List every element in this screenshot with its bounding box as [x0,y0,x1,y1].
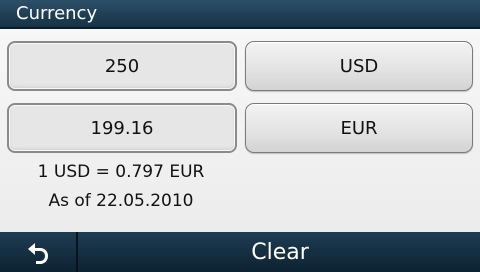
clear-button[interactable]: Clear [80,232,480,272]
amount-field[interactable]: 250 [7,41,237,91]
result-field[interactable]: 199.16 [7,103,237,153]
back-button[interactable] [0,232,78,272]
back-arrow-icon [28,243,48,264]
bottom-bar: Clear [0,232,480,272]
page-title: Currency [16,3,98,24]
from-currency-button[interactable]: USD [245,41,473,91]
converter-panel: 250 USD 199.16 EUR 1 USD = 0.797 EUR As … [0,29,480,232]
title-bar: Currency [0,0,480,29]
rate-date-text: As of 22.05.2010 [48,191,194,211]
to-currency-button[interactable]: EUR [245,103,473,153]
exchange-rate-text: 1 USD = 0.797 EUR [37,162,205,182]
